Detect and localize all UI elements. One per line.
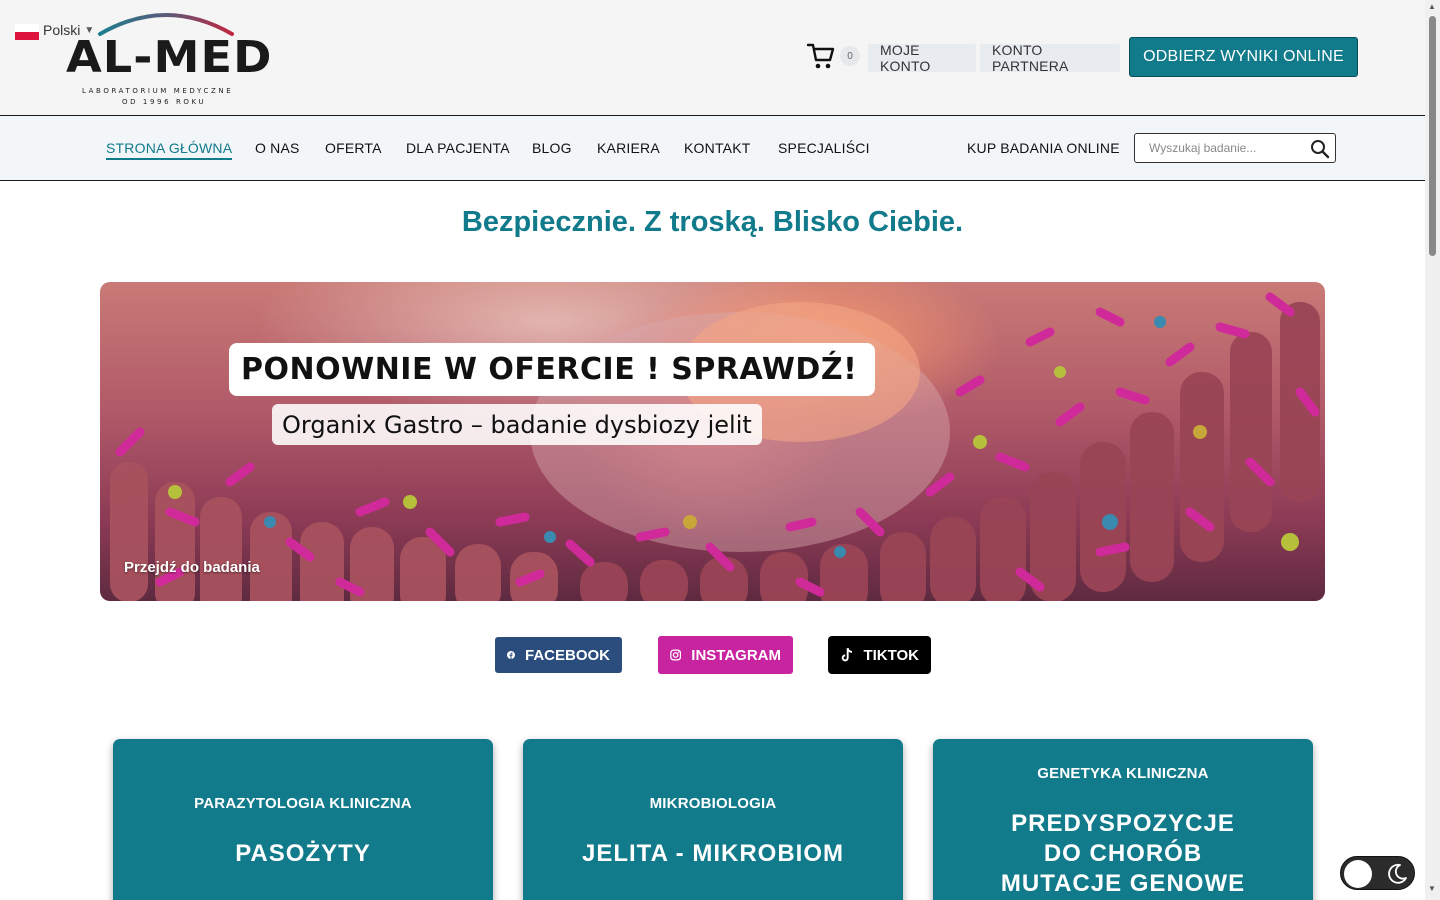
partner-account-link[interactable]: KONTO PARTNERA bbox=[980, 42, 1120, 74]
toggle-knob bbox=[1344, 860, 1372, 888]
nav-item-home[interactable]: STRONA GŁÓWNA bbox=[106, 140, 233, 160]
poland-flag-icon bbox=[15, 24, 39, 40]
facebook-icon bbox=[507, 651, 515, 659]
instagram-button[interactable]: INSTAGRAM bbox=[658, 636, 793, 674]
logo-since: OD 1996 ROKU bbox=[122, 98, 207, 106]
page-tagline: Bezpiecznie. Z troską. Blisko Ciebie. bbox=[461, 206, 964, 238]
site-logo[interactable]: AL-MED LABORATORIUM MEDYCZNE OD 1996 ROK… bbox=[66, 8, 273, 106]
cart-icon bbox=[806, 43, 835, 69]
card-category: MIKROBIOLOGIA bbox=[649, 795, 777, 812]
scroll-up-arrow-icon[interactable]: ▲ bbox=[1428, 2, 1436, 11]
main-nav: STRONA GŁÓWNA O NAS OFERTA DLA PACJENTA … bbox=[0, 116, 1425, 181]
nav-item-about[interactable]: O NAS bbox=[255, 140, 300, 156]
scrollbar-thumb[interactable] bbox=[1429, 16, 1436, 256]
hero-title: PONOWNIE W OFERCIE ! SPRAWDŹ! bbox=[229, 343, 876, 396]
card-category: PARAZYTOLOGIA KLINICZNA bbox=[194, 795, 412, 812]
search-box bbox=[1134, 133, 1336, 163]
nav-item-for-patient[interactable]: DLA PACJENTA bbox=[406, 140, 510, 156]
nav-item-career[interactable]: KARIERA bbox=[597, 140, 660, 156]
card-title-line: MUTACJE GENOWE bbox=[1000, 870, 1246, 897]
nav-item-offer[interactable]: OFERTA bbox=[325, 140, 382, 156]
site-header: Polski ▼ AL-MED LABORATORIUM MEDYCZNE OD… bbox=[0, 0, 1425, 116]
facebook-label: FACEBOOK bbox=[524, 646, 610, 664]
nav-item-specialists[interactable]: SPECJALIŚCI bbox=[778, 140, 870, 156]
nav-item-contact[interactable]: KONTAKT bbox=[684, 140, 750, 156]
card-parasites[interactable]: PARAZYTOLOGIA KLINICZNA PASOŻYTY bbox=[113, 739, 493, 900]
search-input[interactable] bbox=[1135, 134, 1305, 162]
get-results-online-button[interactable]: ODBIERZ WYNIKI ONLINE bbox=[1129, 37, 1358, 77]
hero-subtitle: Organix Gastro – badanie dysbiozy jelit bbox=[272, 404, 762, 445]
cart-count-badge: 0 bbox=[840, 46, 860, 66]
page-scrollbar[interactable]: ▲ ▼ bbox=[1425, 0, 1440, 900]
moon-icon bbox=[1388, 863, 1407, 884]
card-title-line: PREDYSPOZYCJE bbox=[1011, 810, 1235, 837]
tiktok-label: TIKTOK bbox=[863, 646, 919, 664]
cart-button[interactable]: 0 bbox=[806, 42, 860, 70]
buy-tests-online-link[interactable]: KUP BADANIA ONLINE bbox=[967, 140, 1120, 156]
card-genetics[interactable]: GENETYKA KLINICZNA PREDYSPOZYCJE DO CHOR… bbox=[933, 739, 1313, 900]
tiktok-button[interactable]: TIKTOK bbox=[828, 636, 931, 674]
card-title: JELITA - MIKROBIOM bbox=[582, 840, 844, 867]
hero-go-to-test-link[interactable]: Przejdź do badania bbox=[124, 559, 260, 576]
card-microbiome[interactable]: MIKROBIOLOGIA JELITA - MIKROBIOM bbox=[523, 739, 903, 900]
logo-subtitle: LABORATORIUM MEDYCZNE bbox=[82, 87, 234, 95]
card-category: GENETYKA KLINICZNA bbox=[1037, 765, 1209, 782]
tiktok-icon bbox=[841, 648, 853, 662]
dark-mode-toggle[interactable] bbox=[1340, 856, 1415, 890]
hero-banner[interactable]: PONOWNIE W OFERCIE ! SPRAWDŹ! Organix Ga… bbox=[100, 282, 1325, 601]
card-title: PASOŻYTY bbox=[235, 840, 371, 867]
instagram-label: INSTAGRAM bbox=[691, 646, 781, 664]
my-account-link[interactable]: MOJE KONTO bbox=[868, 42, 976, 74]
facebook-button[interactable]: FACEBOOK bbox=[495, 637, 622, 673]
scroll-down-arrow-icon[interactable]: ▼ bbox=[1428, 884, 1436, 893]
nav-item-blog[interactable]: BLOG bbox=[532, 140, 572, 156]
logo-wordmark: AL-MED bbox=[66, 32, 273, 83]
search-icon[interactable] bbox=[1310, 139, 1330, 159]
instagram-icon bbox=[670, 649, 682, 661]
card-title-line: DO CHORÓB bbox=[1043, 840, 1203, 867]
